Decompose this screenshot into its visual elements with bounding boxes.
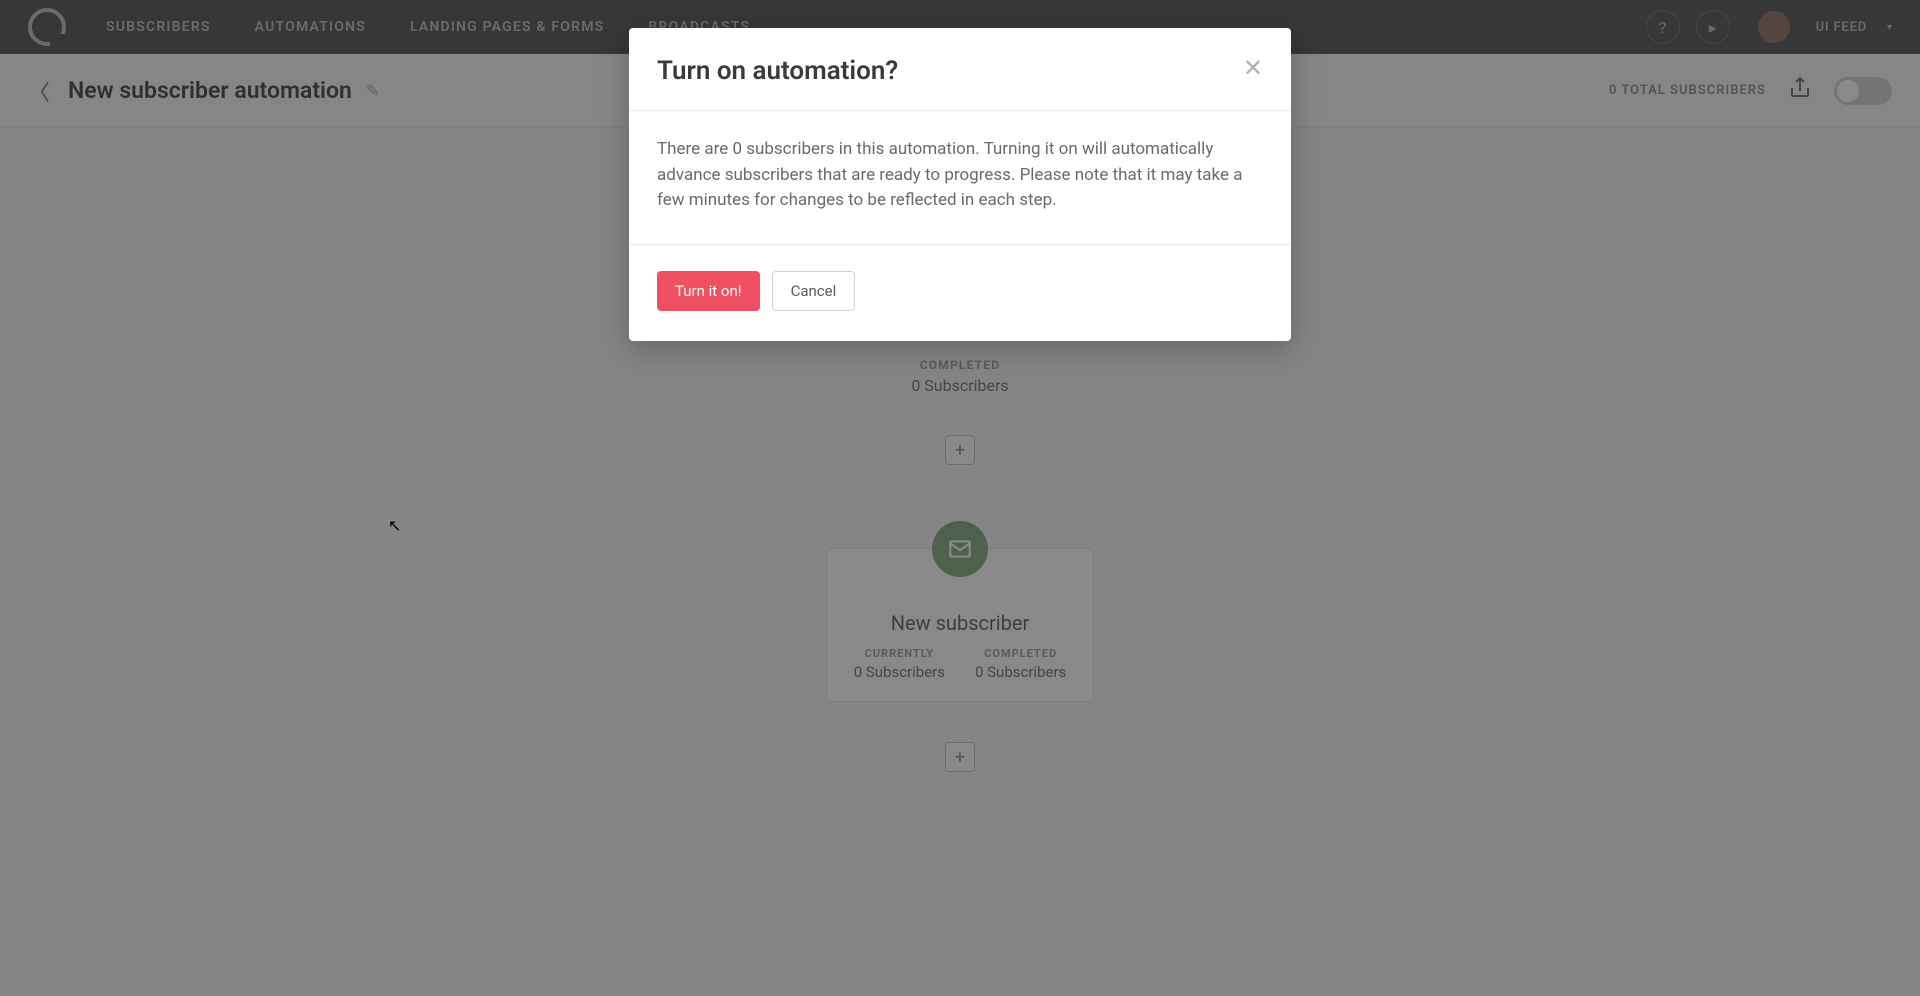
- modal-footer: Turn it on! Cancel: [629, 245, 1291, 341]
- close-icon[interactable]: ✕: [1243, 56, 1263, 80]
- modal-body: There are 0 subscribers in this automati…: [629, 111, 1291, 245]
- modal-header: Turn on automation? ✕: [629, 28, 1291, 111]
- modal-overlay: Turn on automation? ✕ There are 0 subscr…: [0, 0, 1920, 996]
- turn-on-modal: Turn on automation? ✕ There are 0 subscr…: [629, 28, 1291, 341]
- cancel-button[interactable]: Cancel: [772, 271, 856, 311]
- turn-on-button[interactable]: Turn it on!: [657, 271, 760, 311]
- modal-title: Turn on automation?: [657, 56, 898, 86]
